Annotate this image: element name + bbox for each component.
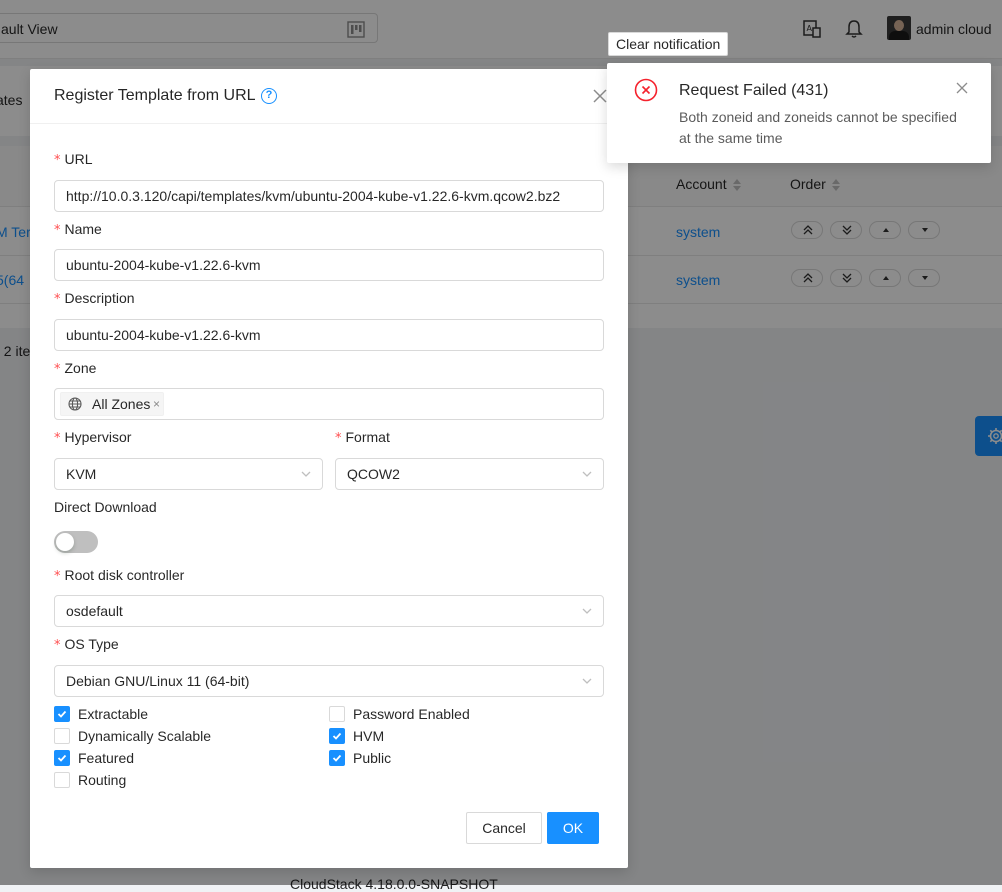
zone-label: * Zone: [54, 360, 97, 377]
description-label: * Description: [54, 290, 135, 307]
checkbox-box: [329, 728, 345, 744]
clear-notification-button[interactable]: Clear notification: [608, 32, 729, 56]
description-value: ubuntu-2004-kube-v1.22.6-kvm: [66, 327, 261, 343]
check-icon: [57, 754, 67, 762]
format-select[interactable]: QCOW2: [335, 458, 604, 490]
hypervisor-select[interactable]: KVM: [54, 458, 323, 490]
chevron-down-icon: [301, 471, 311, 477]
close-icon[interactable]: [956, 82, 968, 94]
format-label: * Format: [335, 429, 390, 446]
modal-header: Register Template from URL ?: [30, 69, 628, 124]
os-type-select[interactable]: Debian GNU/Linux 11 (64-bit): [54, 665, 604, 697]
modal-title: Register Template from URL: [54, 87, 256, 104]
checkbox-label: Routing: [78, 772, 127, 788]
hypervisor-label: * Hypervisor: [54, 429, 132, 446]
close-circle-icon: [634, 78, 658, 102]
checkbox-box: [54, 706, 70, 722]
notification-title: Request Failed (431): [679, 82, 829, 99]
url-input[interactable]: http://10.0.3.120/capi/templates/kvm/ubu…: [54, 180, 604, 212]
check-icon: [332, 754, 342, 762]
cancel-button[interactable]: Cancel: [466, 812, 542, 844]
checkbox-label: HVM: [353, 728, 385, 744]
name-label: * Name: [54, 221, 102, 238]
os-type-label: * OS Type: [54, 636, 119, 653]
register-template-modal: Register Template from URL ? * URL http:/…: [30, 69, 628, 868]
checkbox-box: [54, 750, 70, 766]
name-input[interactable]: ubuntu-2004-kube-v1.22.6-kvm: [54, 249, 604, 281]
checkbox-box: [54, 772, 70, 788]
tag-close-icon[interactable]: ×: [153, 397, 160, 411]
zone-tag: All Zones ×: [60, 392, 164, 416]
description-input[interactable]: ubuntu-2004-kube-v1.22.6-kvm: [54, 319, 604, 351]
question-circle-icon[interactable]: ?: [261, 88, 277, 104]
notification-description: Both zoneid and zoneids cannot be specif…: [679, 109, 957, 146]
checkbox-label: Public: [353, 750, 392, 766]
root-disk-controller-value: osdefault: [66, 603, 123, 619]
checkbox-label: Featured: [78, 750, 135, 766]
format-value: QCOW2: [347, 466, 400, 482]
root-disk-controller-select[interactable]: osdefault: [54, 595, 604, 627]
chevron-down-icon: [582, 608, 592, 614]
checkbox-box: [329, 706, 345, 722]
close-icon[interactable]: [592, 88, 608, 104]
url-label: * URL: [54, 151, 93, 168]
check-icon: [57, 710, 67, 718]
os-type-value: Debian GNU/Linux 11 (64-bit): [66, 673, 250, 689]
check-icon: [332, 732, 342, 740]
zone-select[interactable]: All Zones ×: [54, 388, 604, 420]
ok-button[interactable]: OK: [547, 812, 599, 844]
checkbox-label: Password Enabled: [353, 706, 470, 722]
direct-download-label: Direct Download: [54, 499, 157, 515]
zone-tag-label: All Zones: [92, 396, 151, 412]
root-disk-controller-label: * Root disk controller: [54, 567, 185, 584]
chevron-down-icon: [582, 678, 592, 684]
switch-knob: [56, 533, 74, 551]
name-value: ubuntu-2004-kube-v1.22.6-kvm: [66, 257, 261, 273]
checkbox-box: [329, 750, 345, 766]
chevron-down-icon: [582, 471, 592, 477]
checkbox-box: [54, 728, 70, 744]
error-notification: Request Failed (431) Both zoneid and zon…: [607, 63, 991, 163]
url-value: http://10.0.3.120/capi/templates/kvm/ubu…: [66, 188, 561, 204]
hypervisor-value: KVM: [66, 466, 97, 482]
direct-download-switch[interactable]: [54, 531, 98, 553]
globe-icon: [68, 397, 82, 411]
checkbox-label: Extractable: [78, 706, 149, 722]
checkbox-label: Dynamically Scalable: [78, 728, 212, 744]
